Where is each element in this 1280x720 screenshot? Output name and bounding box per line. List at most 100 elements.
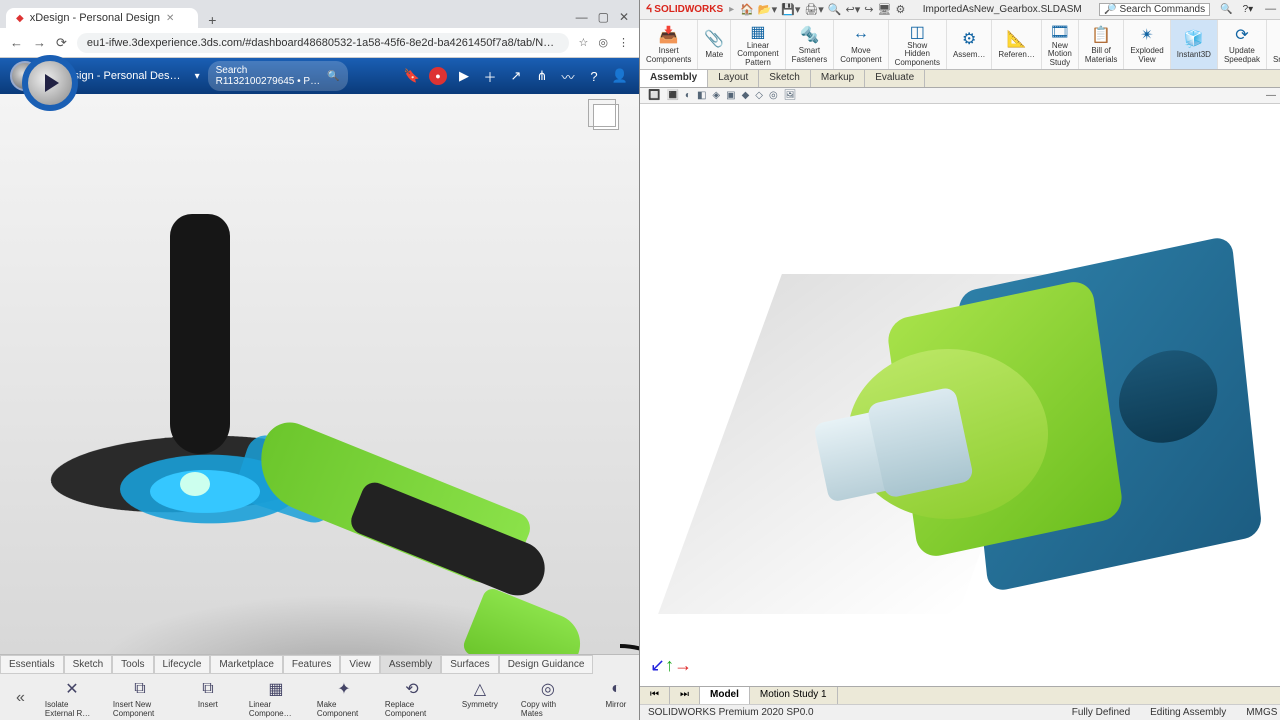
sw-bottom-tab-model[interactable]: Model <box>700 687 750 704</box>
headsup-icon-5[interactable]: ▣ <box>726 90 735 101</box>
ribbon-update-speedpak[interactable]: ⟳Update Speedpak <box>1218 20 1267 69</box>
qat-icon-0[interactable]: 🏠 <box>740 3 754 16</box>
xdesign-tab-features[interactable]: Features <box>283 655 340 674</box>
xdesign-viewport[interactable] <box>0 94 639 654</box>
ribbon-instant-d[interactable]: 🧊Instant3D <box>1171 20 1218 69</box>
reload-icon[interactable]: ⟳ <box>56 35 67 51</box>
solidworks-logo[interactable]: ᔦ SOLIDWORKS <box>646 4 723 15</box>
ribbon-new-motion-study[interactable]: 🎞New Motion Study <box>1042 20 1079 69</box>
play-icon[interactable]: ▶ <box>455 68 473 84</box>
sw-bottom-tab--[interactable]: ⏭ <box>670 687 700 704</box>
xdesign-tab-assembly[interactable]: Assembly <box>380 655 441 674</box>
headsup-icon-2[interactable]: ◐ <box>685 90 691 101</box>
headsup-icon-6[interactable]: ◆ <box>742 90 750 101</box>
add-icon[interactable]: ＋ <box>481 67 499 86</box>
app-dropdown-icon[interactable]: ▾ <box>195 71 200 82</box>
view-cube[interactable] <box>593 104 619 130</box>
back-icon[interactable]: ← <box>10 35 23 50</box>
qat-icon-2[interactable]: 💾▾ <box>781 3 800 16</box>
headsup-icon-9[interactable]: 🖼 <box>784 90 797 101</box>
qat-icon-3[interactable]: 🖨▾ <box>804 3 824 16</box>
address-bar[interactable]: eu1-ifwe.3dexperience.3ds.com/#dashboard… <box>77 33 569 53</box>
wave-icon[interactable]: 〰 <box>559 67 577 86</box>
xdesign-search[interactable]: Search R1132100279645 • P… 🔍 <box>208 61 348 91</box>
window-close-icon[interactable]: ✕ <box>619 10 629 24</box>
overflow-left-icon[interactable]: « <box>10 689 31 707</box>
model-gearbox[interactable] <box>720 214 1220 634</box>
origin-triad[interactable]: ↙↑→ <box>650 655 692 676</box>
qat-icon-5[interactable]: ↩▾ <box>846 3 861 16</box>
record-badge[interactable]: ● <box>429 67 447 85</box>
ribbon-exploded-view[interactable]: ✴Exploded View <box>1124 20 1170 69</box>
xdesign-tab-lifecycle[interactable]: Lifecycle <box>154 655 211 674</box>
headsup-icon-4[interactable]: ◈ <box>712 90 720 101</box>
tool-symmetry[interactable]: △Symmetry <box>453 678 507 718</box>
qat-icon-8[interactable]: ⚙ <box>895 3 905 16</box>
qat-icon-1[interactable]: 📂▾ <box>758 3 777 16</box>
bookmark-icon[interactable]: ☆ <box>579 36 589 49</box>
ribbon-move-component[interactable]: ↔Move Component <box>834 20 888 69</box>
menu-icon[interactable]: ⋮ <box>618 36 629 49</box>
sw-bottom-tab-motion-study-1[interactable]: Motion Study 1 <box>750 687 838 704</box>
profile-icon[interactable]: ◎ <box>598 36 608 49</box>
sw-viewport[interactable]: ⌂ ▥ ▤ ◧ ◈ ≣ 💬 ↙↑→ <box>640 104 1280 686</box>
xdesign-tab-design-guidance[interactable]: Design Guidance <box>499 655 594 674</box>
window-min-icon[interactable]: — <box>576 10 588 24</box>
compass-play-button[interactable] <box>22 55 78 111</box>
headsup-icon-8[interactable]: ◎ <box>769 90 778 101</box>
tab-close-icon[interactable]: ✕ <box>166 13 174 24</box>
forward-icon[interactable]: → <box>33 35 46 50</box>
browser-tab[interactable]: ◆ xDesign - Personal Design ✕ <box>6 8 198 28</box>
ribbon-referen-[interactable]: 📐Referen… <box>992 20 1041 69</box>
share-icon[interactable]: ↗ <box>507 68 525 84</box>
xdesign-tab-sketch[interactable]: Sketch <box>64 655 113 674</box>
sw-tab-layout[interactable]: Layout <box>708 70 759 87</box>
help-dropdown[interactable]: ?▾ <box>1243 4 1254 15</box>
help-icon[interactable]: ? <box>585 69 603 84</box>
tool-linear-compone-[interactable]: ▦Linear Compone… <box>249 678 303 718</box>
xdesign-tab-view[interactable]: View <box>340 655 380 674</box>
headsup-icon-1[interactable]: 🔳 <box>666 90 678 101</box>
ribbon-smart-fasteners[interactable]: 🔩Smart Fasteners <box>786 20 835 69</box>
ribbon-mate[interactable]: 📎Mate <box>698 20 731 69</box>
win-min-icon[interactable]: — <box>1265 3 1276 16</box>
sw-status-units[interactable]: MMGS <box>1246 707 1277 718</box>
window-max-icon[interactable]: ▢ <box>598 10 609 24</box>
new-tab-button[interactable]: + <box>202 12 222 28</box>
qat-icon-7[interactable]: 🖥 <box>878 3 892 16</box>
ribbon-take-snapshot[interactable]: 📸Take Snapshot <box>1267 20 1280 69</box>
ribbon-linear-component-pattern[interactable]: ▦Linear Component Pattern <box>731 20 785 69</box>
qat-icon-4[interactable]: 🔍 <box>828 3 842 16</box>
sw-search[interactable]: 🔎 Search Commands <box>1099 3 1210 16</box>
tool-mirror[interactable]: ◐Mirror <box>589 678 643 718</box>
headsup-icon-7[interactable]: ◇ <box>755 90 763 101</box>
sw-tab-markup[interactable]: Markup <box>811 70 865 87</box>
search-icon[interactable]: 🔍 <box>327 71 339 82</box>
qat-icon-6[interactable]: ↪ <box>864 3 873 16</box>
magnify-icon[interactable]: 🔍 <box>1220 4 1232 15</box>
sw-tab-assembly[interactable]: Assembly <box>640 70 708 87</box>
tool-copy-with-mates[interactable]: ◎Copy with Mates <box>521 678 575 718</box>
sw-tab-evaluate[interactable]: Evaluate <box>865 70 925 87</box>
xdesign-tab-surfaces[interactable]: Surfaces <box>441 655 498 674</box>
sw-bottom-tab--[interactable]: ⏮ <box>640 687 670 704</box>
ribbon-show-hidden-components[interactable]: ◫Show Hidden Components <box>889 20 947 69</box>
ribbon-assem-[interactable]: ⚙Assem… <box>947 20 992 69</box>
doc-min-icon[interactable]: — <box>1266 90 1276 101</box>
ribbon-insert-components[interactable]: 📥Insert Components <box>640 20 698 69</box>
tool-isolate-external-r-[interactable]: ✕Isolate External R… <box>45 678 99 718</box>
ribbon-bill-of-materials[interactable]: 📋Bill of Materials <box>1079 20 1124 69</box>
tool-make-component[interactable]: ✦Make Component <box>317 678 371 718</box>
xdesign-tab-tools[interactable]: Tools <box>112 655 153 674</box>
xdesign-tab-essentials[interactable]: Essentials <box>0 655 64 674</box>
model-angle-grinder[interactable] <box>50 214 570 654</box>
xdesign-tab-marketplace[interactable]: Marketplace <box>210 655 282 674</box>
network-icon[interactable]: ⋔ <box>533 68 551 84</box>
tool-insert[interactable]: ⧉Insert <box>181 678 235 718</box>
tool-replace-component[interactable]: ⟲Replace Component <box>385 678 439 718</box>
sw-tab-sketch[interactable]: Sketch <box>759 70 811 87</box>
tag-icon[interactable]: 🔖 <box>403 68 421 84</box>
headsup-icon-3[interactable]: ◧ <box>697 90 706 101</box>
tool-insert-new-component[interactable]: ⧉Insert New Component <box>113 678 167 718</box>
user-icon[interactable]: 👤 <box>611 68 629 84</box>
